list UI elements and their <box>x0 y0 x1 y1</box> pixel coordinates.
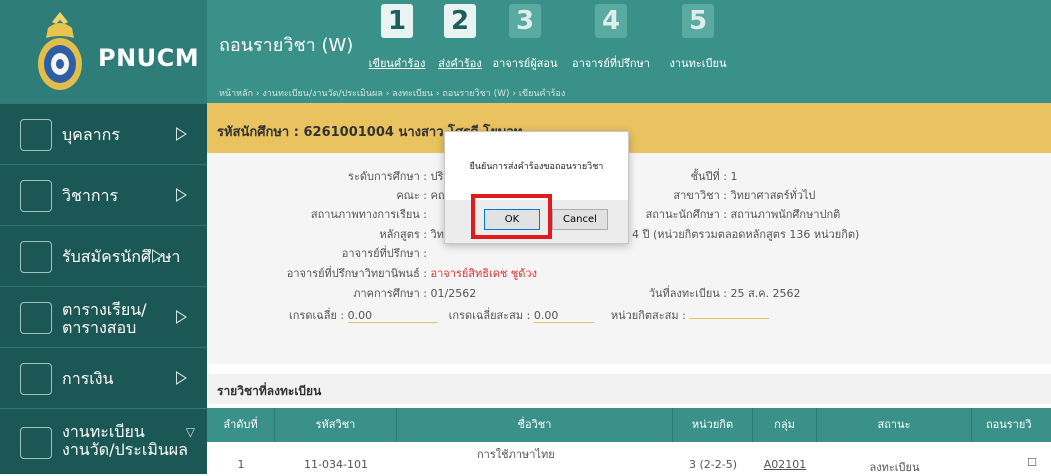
cell-no: 1 <box>237 458 245 471</box>
step-label: งานทะเบียน <box>669 57 727 70</box>
university-seal-icon <box>38 12 82 90</box>
col-header-code: รหัสวิชา <box>275 408 397 442</box>
thesis-advisor-value: อาจารย์สิทธิเดช ชูด้วง <box>430 267 537 280</box>
cell-name: การใช้ภาษาไทย <box>477 448 555 461</box>
credits-value <box>689 318 770 319</box>
money-icon <box>20 363 52 395</box>
student-info-panel: ระดับการศึกษา : ปริญญาตรี 4 คณะ : คณะวิท… <box>207 153 1051 364</box>
chevron-down-icon: ▽ <box>185 425 195 439</box>
chevron-right-icon <box>176 310 187 324</box>
curriculum-label: หลักสูตร : <box>379 228 427 241</box>
sidebar-item-schedule[interactable]: ตารางเรียน/ ตารางสอบ <box>0 286 207 347</box>
level-label: ระดับการศึกษา : <box>348 170 427 183</box>
sidebar-item-finance[interactable]: การเงิน <box>0 347 207 408</box>
col-header-withdraw: ถอนรายวิ <box>986 418 1032 431</box>
sidebar-item-academic[interactable]: วิชาการ <box>0 164 207 225</box>
chevron-right-icon <box>176 188 187 202</box>
breadcrumb[interactable]: หน้าหลัก › งานทะเบียน/งานวัด/ประเมินผล ›… <box>219 86 565 100</box>
sidebar-item-registry[interactable]: งานทะเบียน งานวัด/ประเมินผล ▽ <box>0 408 207 474</box>
credits-label: หน่วยกิตสะสม : <box>610 309 686 322</box>
step-label: อาจารย์ผู้สอน <box>492 57 558 70</box>
advisor-label: อาจารย์ที่ปรึกษา : <box>341 247 427 260</box>
header: ถอนรายวิชา (W) 1 เขียนคำร้อง 2 ส่งคำร้อง… <box>207 0 1051 103</box>
major-value: วิทยาศาสตร์ทั่วไป <box>730 189 816 202</box>
sidebar-item-label-line2: ตารางสอบ <box>62 318 137 337</box>
sidebar-item-label-line2: งานวัด/ประเมินผล <box>62 440 188 459</box>
cell-status: ลงทะเบียน <box>869 461 920 474</box>
book-icon <box>20 180 52 212</box>
gpax-value: 0.00 <box>533 309 594 323</box>
sidebar-item-label: บุคลากร <box>62 125 120 144</box>
faculty-label: คณะ : <box>396 189 427 202</box>
dialog-message: ยืนยันการส่งคำร้องขอถอนรายวิชา <box>469 162 604 172</box>
gpax-label: เกรดเฉลี่ยสะสม : <box>448 309 531 322</box>
registry-icon <box>20 427 52 459</box>
student-status-label: สถานะนักศึกษา : <box>645 208 727 221</box>
chevron-right-icon <box>176 371 187 385</box>
section-divider <box>207 364 1051 374</box>
chevron-right-icon <box>152 249 163 263</box>
cell-code: 11-034-101 <box>304 458 368 471</box>
major-label: สาขาวิชา : <box>673 189 727 202</box>
sidebar: PNUCM บุคลากร วิชาการ รับสมัครนักศึกษา ต… <box>0 0 207 474</box>
curriculum-note: 4 ปี (หน่วยกิตรวมตลอดหลักสูตร 136 หน่วยก… <box>632 228 860 241</box>
cancel-button[interactable]: Cancel <box>552 209 608 230</box>
course-list-title-bar: รายวิชาที่ลงทะเบียน <box>207 374 1051 404</box>
semester-label: ภาคการศึกษา : <box>353 287 427 300</box>
sidebar-item-admission[interactable]: รับสมัครนักศึกษา <box>0 225 207 286</box>
step-number: 2 <box>444 4 476 38</box>
logo-area: PNUCM <box>0 0 207 103</box>
student-status-value: สถานภาพนักศึกษาปกติ <box>730 208 841 221</box>
col-header-name: ชื่อวิชา <box>397 408 673 442</box>
reg-date-label: วันที่ลงทะเบียน : <box>648 287 727 300</box>
thesis-advisor-label: อาจารย์ที่ปรึกษาวิทยานิพนธ์ : <box>286 267 427 280</box>
step-number: 4 <box>595 4 627 38</box>
person-icon <box>20 119 52 151</box>
reg-date-value: 25 ส.ค. 2562 <box>730 287 801 300</box>
ok-button[interactable]: OK <box>484 209 540 230</box>
step-label: ส่งคำร้อง <box>438 57 482 70</box>
notebook-icon <box>20 241 52 273</box>
year-label: ชั้นปีที่ : <box>690 170 727 183</box>
page-title: ถอนรายวิชา (W) <box>219 35 354 56</box>
sidebar-item-label: วิชาการ <box>62 186 119 205</box>
calendar-icon <box>20 302 52 334</box>
study-status-label: สถานภาพทางการเรียน : <box>310 208 427 221</box>
sidebar-item-label: การเงิน <box>62 369 114 388</box>
chevron-right-icon <box>176 127 187 141</box>
table-header: ลำดับที่ รหัสวิชา ชื่อวิชา หน่วยกิต กลุ่… <box>207 408 1051 442</box>
sidebar-item-label-line1: งานทะเบียน <box>62 422 145 441</box>
confirm-dialog: ยืนยันการส่งคำร้องขอถอนรายวิชา OK Cancel <box>444 131 629 244</box>
step-label: อาจารย์ที่ปรึกษา <box>572 57 650 70</box>
col-header-credit: หน่วยกิต <box>673 408 753 442</box>
course-list-title: รายวิชาที่ลงทะเบียน <box>217 384 322 398</box>
step-number: 5 <box>682 4 714 38</box>
step-number: 3 <box>509 4 541 38</box>
sidebar-item-personnel[interactable]: บุคลากร <box>0 103 207 164</box>
col-header-status: สถานะ <box>817 408 972 442</box>
gpa-value: 0.00 <box>347 309 438 323</box>
withdraw-checkbox[interactable]: ☐ <box>972 442 1051 474</box>
col-header-group: กลุ่ม <box>753 408 817 442</box>
year-value: 1 <box>730 170 738 183</box>
sidebar-item-label-line1: ตารางเรียน/ <box>62 300 147 319</box>
table-row: 1 11-034-101 การใช้ภาษาไทย 3 (2-2-5) A02… <box>207 442 1051 474</box>
cell-credit: 3 (2-2-5) <box>688 458 737 471</box>
gpa-label: เกรดเฉลี่ย : <box>289 309 345 322</box>
student-bar: รหัสนักศึกษา : 6261001004 นางสาว โศรดี โ… <box>207 103 1051 153</box>
col-header-no: ลำดับที่ <box>207 408 275 442</box>
step-label: เขียนคำร้อง <box>368 57 426 70</box>
brand-name: PNUCM <box>98 44 200 72</box>
cell-group-link[interactable]: A02101 <box>753 442 817 474</box>
semester-value: 01/2562 <box>430 287 477 300</box>
step-number: 1 <box>381 4 413 38</box>
